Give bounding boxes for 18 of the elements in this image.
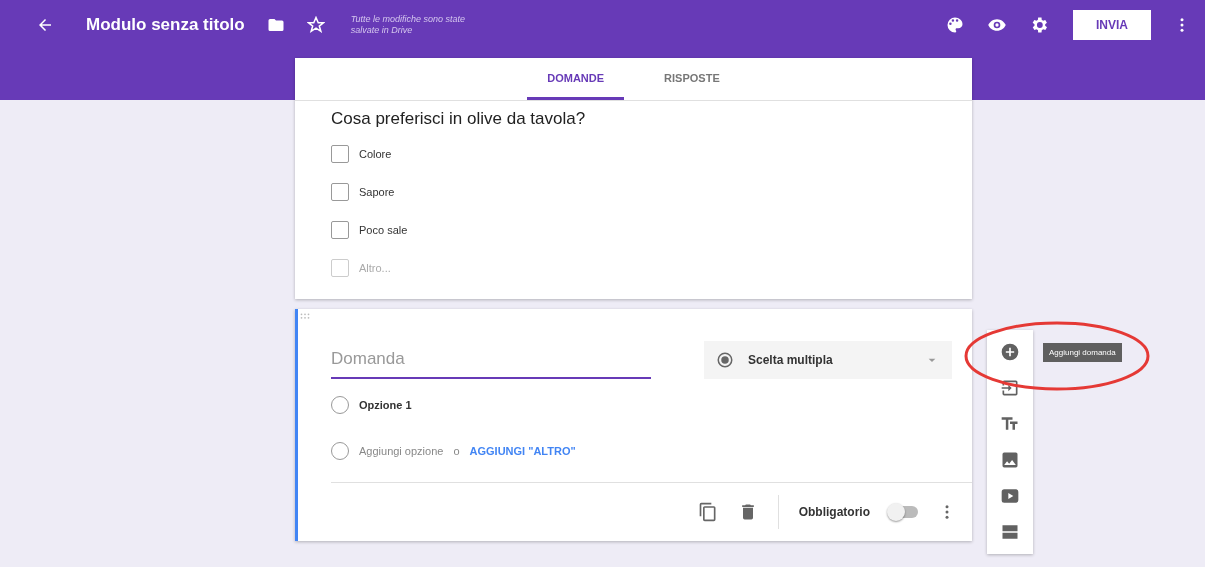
send-button[interactable]: INVIA <box>1073 10 1151 40</box>
or-text: o <box>453 445 460 457</box>
add-option-link[interactable]: Aggiungi opzione <box>359 445 444 457</box>
save-status: Tutte le modifiche sono state salvate in Drive <box>350 14 467 36</box>
tab[interactable]: DOMANDE <box>527 58 625 100</box>
option-label[interactable]: Opzione 1 <box>359 399 412 411</box>
question-title: Cosa preferisci in olive da tavola? <box>331 109 587 129</box>
option-label: Altro... <box>359 262 391 274</box>
required-label: Obbligatorio <box>798 505 870 519</box>
option-label: Poco sale <box>359 224 408 236</box>
add-other-link[interactable]: AGGIUNGI "ALTRO" <box>469 445 576 457</box>
form-title[interactable]: Modulo senza titolo <box>86 15 245 35</box>
tab[interactable]: RISPOSTE <box>644 58 740 100</box>
tooltip: Aggiungi domanda <box>1043 343 1122 362</box>
question-field[interactable]: Domanda <box>331 341 651 379</box>
option-label: Sapore <box>359 186 395 198</box>
question-type-dropdown[interactable]: Scelta multipla <box>704 341 952 379</box>
option-label: Colore <box>359 148 392 160</box>
